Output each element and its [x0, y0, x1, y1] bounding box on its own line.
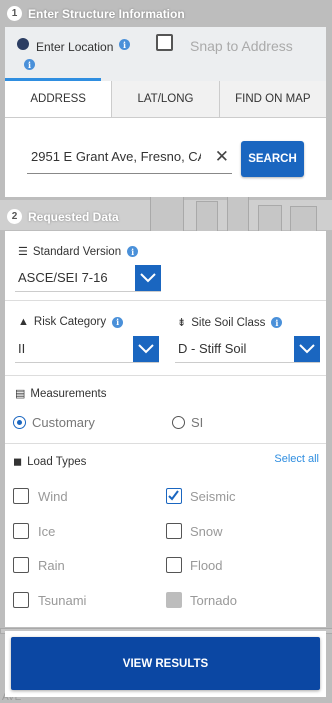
- ice-label[interactable]: Ice: [38, 524, 55, 539]
- tsunami-label[interactable]: Tsunami: [38, 593, 86, 608]
- step1-title: Enter Structure Information: [28, 6, 185, 21]
- location-panel: Enter Location i i Snap to Address ADDRE…: [5, 27, 326, 197]
- risk-soil-section: ▲ Risk Category i II ⇟ Site Soil Class i…: [5, 300, 326, 376]
- ice-checkbox[interactable]: [13, 523, 29, 539]
- info-icon-secondary[interactable]: i: [24, 59, 35, 70]
- flood-label[interactable]: Flood: [190, 558, 223, 573]
- tsunami-checkbox[interactable]: [13, 592, 29, 608]
- cube-icon: ◼: [13, 456, 23, 468]
- rain-label[interactable]: Rain: [38, 558, 65, 573]
- standard-label-row: ☰ Standard Version i: [18, 245, 139, 258]
- globe-icon: [17, 38, 29, 50]
- tab-find-on-map[interactable]: FIND ON MAP: [218, 81, 326, 117]
- measurements-label: Measurements: [30, 387, 107, 400]
- tornado-checkbox: [166, 592, 182, 608]
- info-icon[interactable]: i: [119, 39, 130, 50]
- tornado-label: Tornado: [190, 593, 237, 608]
- measurements-label-row: ▤ Measurements: [15, 387, 107, 401]
- active-tab-indicator: [5, 78, 101, 81]
- si-radio[interactable]: [172, 416, 185, 429]
- risk-info-icon[interactable]: i: [112, 316, 124, 328]
- warning-icon: ▲: [18, 316, 29, 328]
- address-field: ✕: [27, 143, 232, 174]
- risk-value: II: [18, 341, 26, 356]
- soil-icon: ⇟: [177, 317, 187, 329]
- ruler-icon: ▤: [15, 388, 26, 400]
- customary-radio[interactable]: [13, 416, 26, 429]
- soil-info-icon[interactable]: i: [271, 317, 283, 328]
- step1-number: 1: [7, 6, 22, 21]
- seismic-label[interactable]: Seismic: [190, 489, 236, 504]
- list-icon: ☰: [18, 246, 28, 258]
- chevron-down-icon[interactable]: [135, 265, 161, 291]
- enter-location-label: Enter Location: [36, 40, 114, 54]
- soil-select[interactable]: D - Stiff Soil: [175, 336, 320, 363]
- risk-label-row: ▲ Risk Category i: [18, 316, 124, 328]
- standard-section: ☰ Standard Version i ASCE/SEI 7-16: [5, 231, 326, 301]
- tab-lat-long[interactable]: LAT/LONG: [111, 81, 219, 117]
- clear-icon[interactable]: ✕: [215, 148, 229, 165]
- standard-label: Standard Version: [32, 245, 122, 258]
- results-footer: VIEW RESULTS: [5, 631, 326, 697]
- select-all-link[interactable]: Select all: [274, 453, 319, 465]
- location-tabs: ADDRESS LAT/LONG FIND ON MAP: [5, 81, 326, 118]
- wind-label[interactable]: Wind: [38, 489, 68, 504]
- snap-to-address-label[interactable]: Snap to Address: [190, 38, 293, 54]
- tab-address[interactable]: ADDRESS: [5, 81, 112, 117]
- load-types-label: Load Types: [27, 455, 87, 468]
- chevron-down-icon[interactable]: [133, 336, 159, 362]
- customary-label[interactable]: Customary: [32, 415, 95, 430]
- load-types-label-row: ◼ Load Types: [13, 455, 87, 469]
- step2-number: 2: [7, 209, 22, 224]
- chevron-down-icon[interactable]: [294, 336, 320, 362]
- requested-data-panel: ☰ Standard Version i ASCE/SEI 7-16 ▲ Ris…: [5, 231, 326, 627]
- search-button[interactable]: SEARCH: [241, 141, 304, 177]
- step2-title: Requested Data: [28, 209, 119, 224]
- snow-checkbox[interactable]: [166, 523, 182, 539]
- view-results-button[interactable]: VIEW RESULTS: [11, 637, 320, 690]
- wind-checkbox[interactable]: [13, 488, 29, 504]
- rain-checkbox[interactable]: [13, 557, 29, 573]
- soil-label-row: ⇟ Site Soil Class i: [177, 316, 283, 329]
- soil-value: D - Stiff Soil: [178, 341, 247, 356]
- location-header: Enter Location i i Snap to Address: [5, 27, 326, 81]
- snow-label[interactable]: Snow: [190, 524, 223, 539]
- si-label[interactable]: SI: [191, 415, 203, 430]
- step1-heading: 1 Enter Structure Information: [7, 6, 185, 21]
- risk-select[interactable]: II: [15, 336, 159, 363]
- seismic-checkbox[interactable]: [166, 488, 182, 504]
- step2-heading: 2 Requested Data: [7, 209, 119, 224]
- standard-value: ASCE/SEI 7-16: [18, 270, 108, 285]
- snap-to-address-checkbox[interactable]: [156, 34, 173, 51]
- risk-label: Risk Category: [33, 316, 107, 328]
- standard-info-icon[interactable]: i: [127, 246, 139, 257]
- soil-label: Site Soil Class: [191, 316, 266, 329]
- standard-select[interactable]: ASCE/SEI 7-16: [15, 265, 161, 292]
- flood-checkbox[interactable]: [166, 557, 182, 573]
- measurements-section: ▤ Measurements Customary SI: [5, 375, 326, 444]
- address-input[interactable]: [29, 148, 203, 165]
